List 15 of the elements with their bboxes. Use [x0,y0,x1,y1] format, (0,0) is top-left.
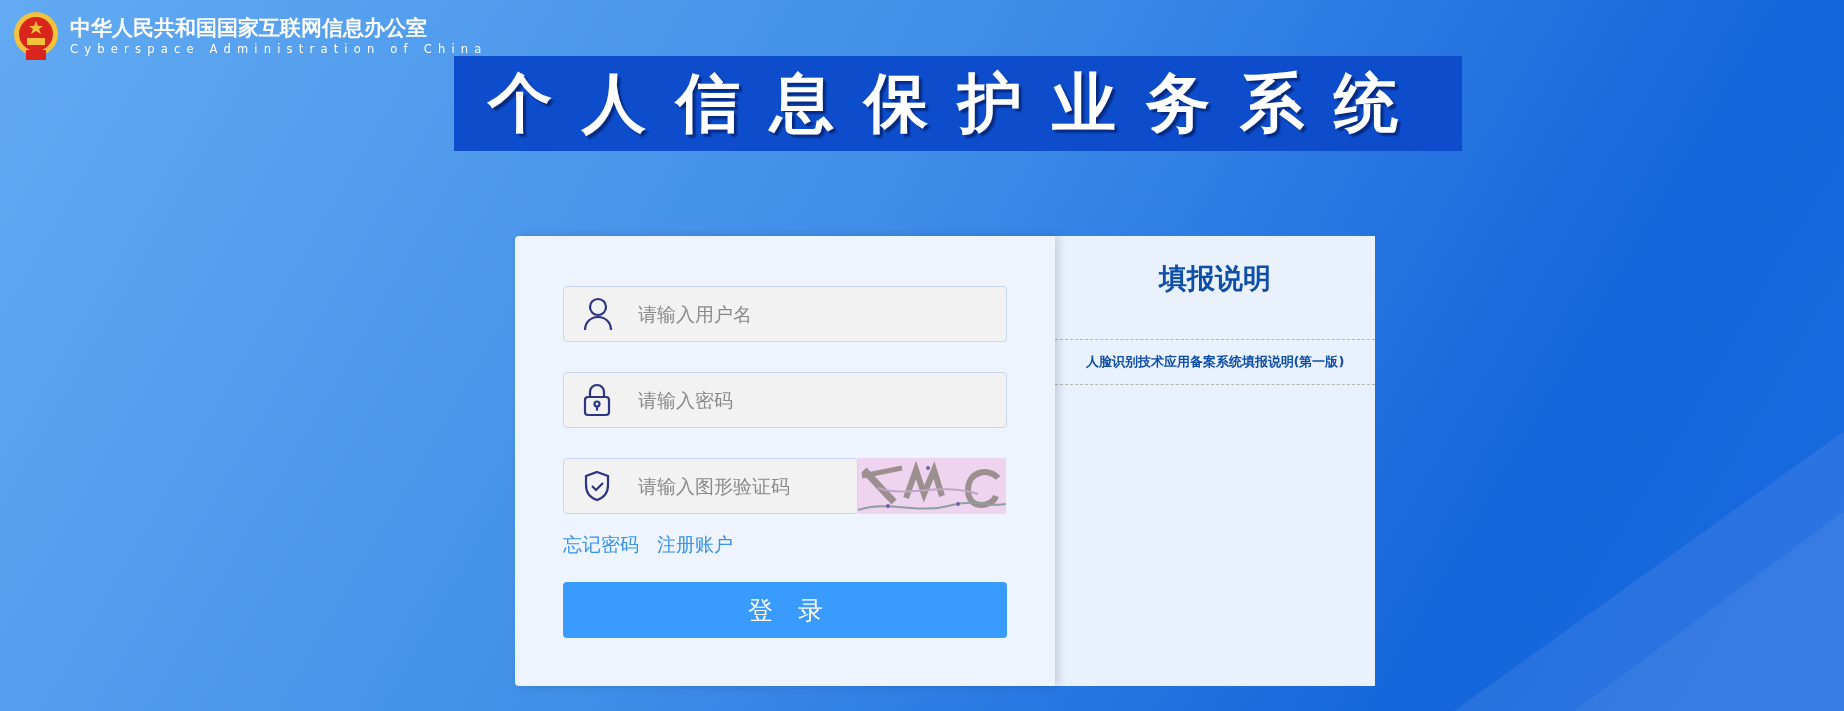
captcha-field[interactable]: 请输入图形验证码 [563,458,858,514]
emblem-icon [12,10,60,62]
instructions-title: 填报说明 [1055,236,1375,340]
user-icon [583,297,613,331]
forgot-password-link[interactable]: 忘记密码 [563,532,639,558]
system-title: 个人信息保护业务系统 [454,56,1462,151]
instructions-link[interactable]: 人脸识别技术应用备案系统填报说明(第一版) [1055,340,1375,385]
agency-english-name: Cyberspace Administration of China [70,42,488,56]
lock-icon [583,383,611,417]
login-button[interactable]: 登 录 [563,582,1007,638]
agency-name: 中华人民共和国国家互联网信息办公室 [70,16,428,40]
register-link[interactable]: 注册账户 [657,532,733,558]
password-field[interactable]: 请输入密码 [563,372,1007,428]
username-field[interactable]: 请输入用户名 [563,286,1007,342]
shield-check-icon [583,470,611,502]
